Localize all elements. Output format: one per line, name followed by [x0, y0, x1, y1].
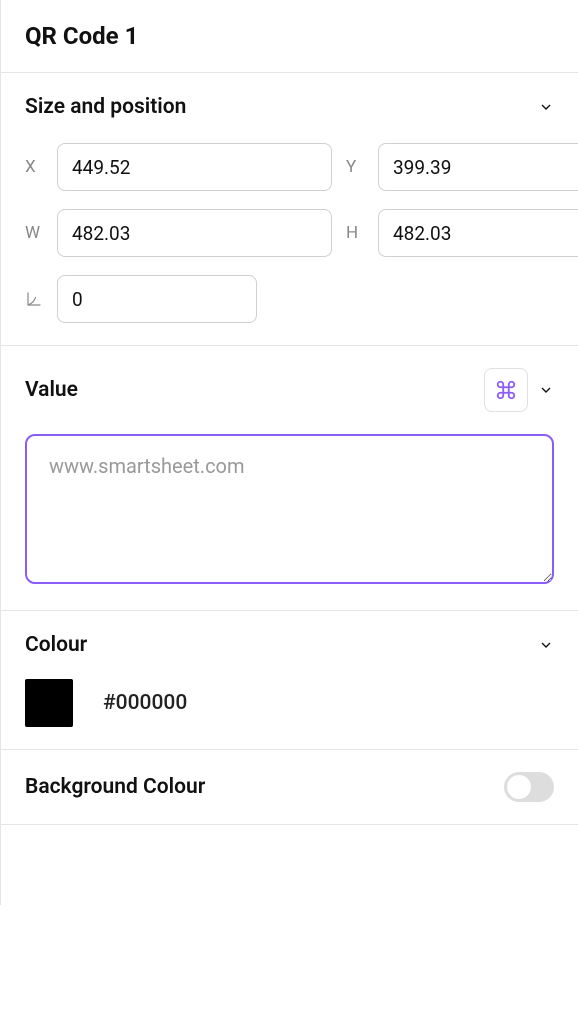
y-input[interactable]	[378, 143, 578, 191]
h-input[interactable]	[378, 209, 578, 257]
value-section: Value	[1, 346, 578, 611]
x-input[interactable]	[57, 143, 332, 191]
colour-header[interactable]: Colour	[25, 633, 554, 657]
bg-colour-label: Background Colour	[25, 775, 205, 799]
w-input[interactable]	[57, 209, 332, 257]
toggle-knob	[507, 775, 531, 799]
w-label: W	[25, 223, 47, 243]
value-label: Value	[25, 378, 78, 402]
colour-label: Colour	[25, 633, 87, 657]
y-field: Y	[346, 143, 578, 191]
h-label: H	[346, 223, 368, 243]
size-position-label: Size and position	[25, 95, 186, 119]
size-position-header[interactable]: Size and position	[25, 95, 554, 119]
value-textarea[interactable]	[25, 434, 554, 584]
value-header: Value	[25, 368, 554, 412]
x-field: X	[25, 143, 332, 191]
bg-colour-section: Background Colour	[1, 750, 578, 825]
element-title: QR Code 1	[25, 22, 554, 50]
bg-colour-toggle[interactable]	[504, 772, 554, 802]
angle-icon	[25, 290, 47, 308]
chevron-down-icon[interactable]	[538, 382, 554, 398]
x-label: X	[25, 157, 47, 177]
size-position-section: Size and position X Y W	[1, 73, 578, 346]
colour-section: Colour #000000	[1, 611, 578, 750]
w-field: W	[25, 209, 332, 257]
h-field: H	[346, 209, 578, 257]
rotation-input[interactable]	[57, 275, 257, 323]
command-button[interactable]	[484, 368, 528, 412]
colour-value: #000000	[103, 691, 187, 715]
title-section: QR Code 1	[1, 0, 578, 73]
empty-area	[1, 825, 578, 905]
colour-swatch[interactable]	[25, 679, 73, 727]
chevron-down-icon[interactable]	[538, 637, 554, 653]
y-label: Y	[346, 157, 368, 177]
rotation-field	[25, 275, 257, 323]
chevron-down-icon[interactable]	[538, 99, 554, 115]
bg-colour-header: Background Colour	[25, 772, 554, 802]
